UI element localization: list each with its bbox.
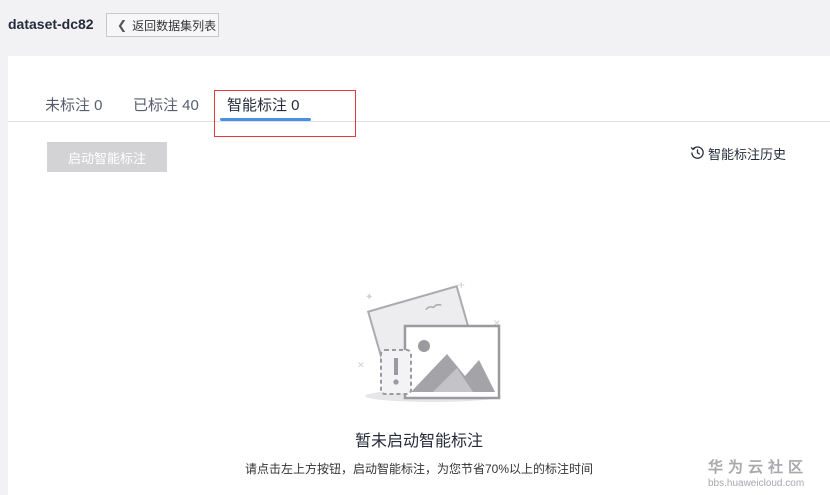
highlight-box <box>214 90 356 137</box>
back-to-dataset-list-button[interactable]: ❮ 返回数据集列表 <box>106 13 219 37</box>
watermark-title: 华为云社区 <box>708 459 809 476</box>
empty-state-illustration: ✦ + ✕ ✕ <box>353 278 503 410</box>
chevron-left-icon: ❮ <box>117 18 128 32</box>
main-panel: 未标注 0 已标注 40 智能标注 0 启动智能标注 智能标注历史 ✦ + ✕ … <box>8 56 830 495</box>
empty-state-title: 暂未启动智能标注 <box>354 433 483 450</box>
history-label: 智能标注历史 <box>708 147 787 162</box>
history-clock-icon <box>690 145 705 163</box>
svg-text:✦: ✦ <box>365 292 373 303</box>
watermark-url: bbs.huaweicloud.com <box>708 478 805 489</box>
top-bar: dataset-dc82 ❮ 返回数据集列表 <box>0 0 830 52</box>
svg-text:✕: ✕ <box>357 361 365 371</box>
smart-labeling-history-link[interactable]: 智能标注历史 <box>690 144 786 163</box>
tab-labeled[interactable]: 已标注 40 <box>133 94 199 115</box>
tab-bar: 未标注 0 已标注 40 智能标注 0 <box>8 56 830 122</box>
tab-unlabeled[interactable]: 未标注 0 <box>45 94 103 115</box>
start-smart-labeling-button[interactable]: 启动智能标注 <box>47 142 167 172</box>
back-button-label: 返回数据集列表 <box>132 18 217 33</box>
empty-state-description: 请点击左上方按钮，启动智能标注，为您节省70%以上的标注时间 <box>244 462 594 476</box>
dataset-title: dataset-dc82 <box>8 16 94 32</box>
watermark: 华为云社区 bbs.huaweicloud.com <box>708 456 823 489</box>
